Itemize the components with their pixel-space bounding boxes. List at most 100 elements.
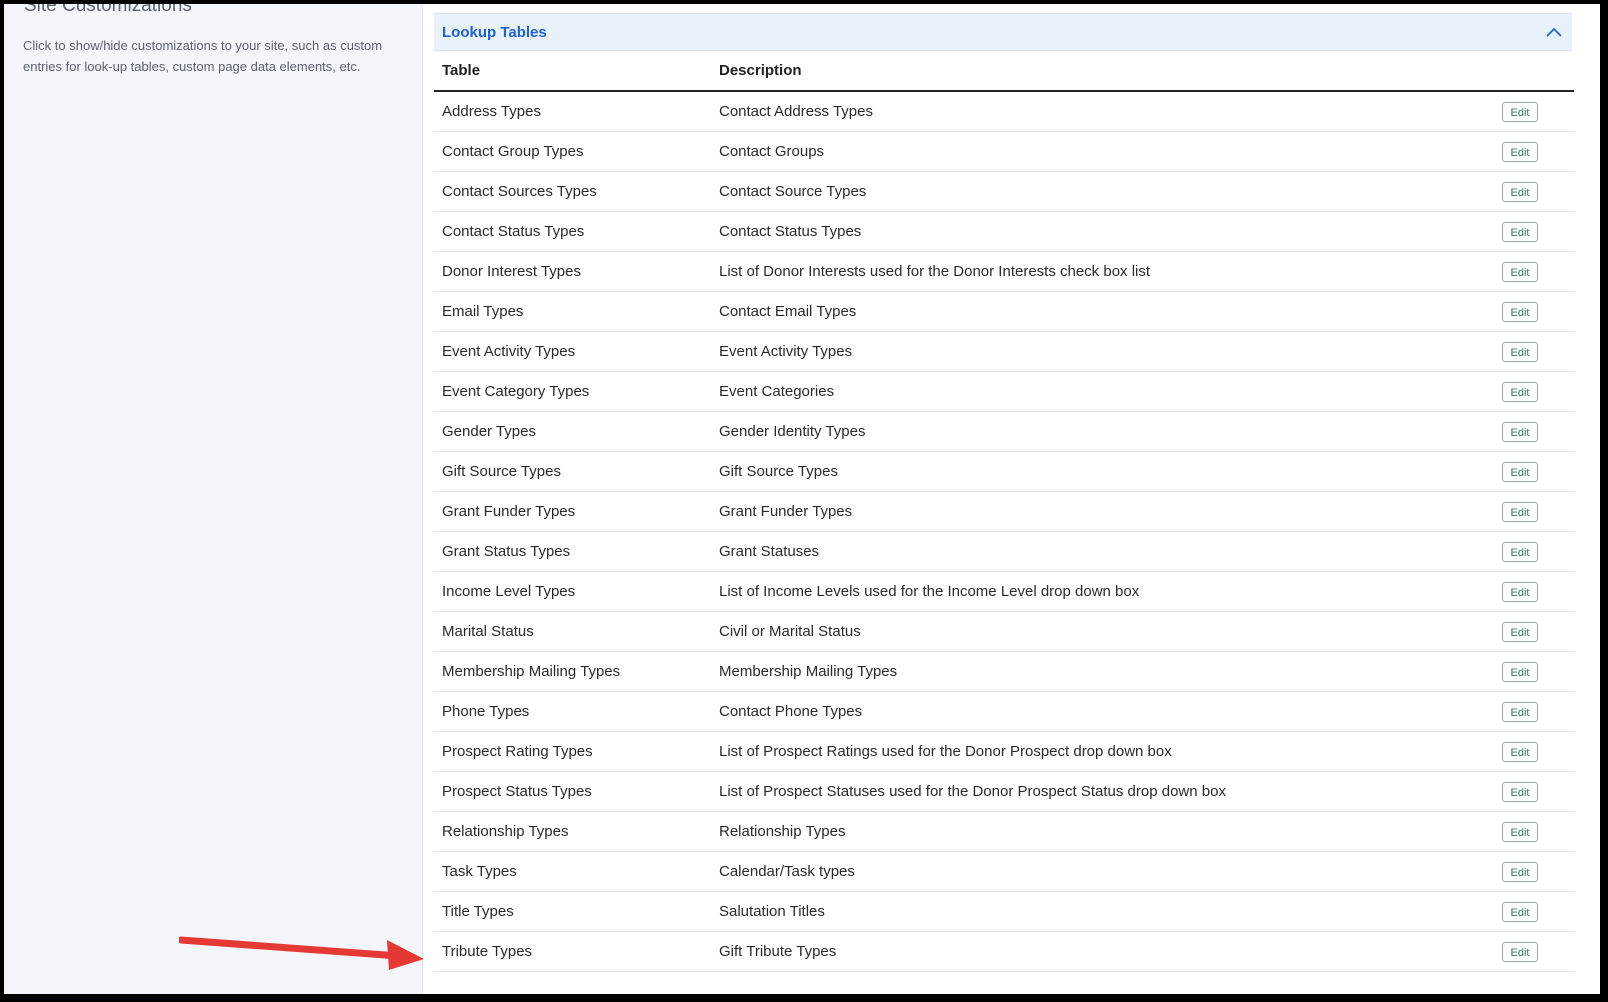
cell-table-name: Task Types (442, 863, 517, 880)
table-row: Prospect Status Types List of Prospect St… (434, 772, 1574, 812)
table-row: Relationship Types Relationship Types Edit (434, 812, 1574, 852)
cell-description: Grant Statuses (719, 543, 820, 560)
edit-button[interactable]: Edit (1502, 862, 1538, 882)
cell-table-name: Prospect Status Types (442, 783, 592, 800)
table-row: Income Level Types List of Income Levels … (434, 572, 1574, 612)
cell-table-name: Membership Mailing Types (442, 663, 621, 680)
cell-table-name: Income Level Types (442, 583, 576, 600)
collapse-button[interactable] (1536, 14, 1572, 50)
table-row: Contact Sources Types Contact Source Type… (434, 172, 1574, 212)
table-row: Phone Types Contact Phone Types Edit (434, 692, 1574, 732)
edit-button[interactable]: Edit (1502, 182, 1538, 202)
cell-description: Contact Phone Types (719, 703, 863, 720)
cell-table-name: Phone Types (442, 703, 530, 720)
table-row: Task Types Calendar/Task types Edit (434, 852, 1574, 892)
cell-description: Contact Address Types (719, 103, 873, 120)
cell-table-name: Donor Interest Types (442, 263, 581, 280)
cell-description: Contact Source Types (719, 183, 867, 200)
edit-button[interactable]: Edit (1502, 222, 1538, 242)
cell-table-name: Email Types (442, 303, 524, 320)
cell-description: Contact Email Types (719, 303, 857, 320)
edit-button[interactable]: Edit (1502, 742, 1538, 762)
table-body: Address Types Contact Address Types Edit Co… (434, 92, 1574, 972)
cell-table-name: Contact Group Types (442, 143, 584, 160)
cell-description: Calendar/Task types (719, 863, 855, 880)
lookup-tables-header[interactable]: Lookup Tables (434, 13, 1572, 51)
cell-description: List of Donor Interests used for the Don… (719, 263, 1151, 280)
screenshot-frame: Site Customizations Click to show/hide c… (0, 0, 1608, 1002)
cell-table-name: Relationship Types (442, 823, 569, 840)
edit-button[interactable]: Edit (1502, 822, 1538, 842)
section-title: Lookup Tables (442, 23, 547, 41)
table-row: Contact Status Types Contact Status Types… (434, 212, 1574, 252)
cell-table-name: Address Types (442, 103, 541, 120)
column-header-table: Table (442, 62, 481, 79)
table-row: Address Types Contact Address Types Edit (434, 92, 1574, 132)
cell-description: Gift Tribute Types (719, 943, 837, 960)
cell-table-name: Grant Funder Types (442, 503, 576, 520)
table-row: Grant Funder Types Grant Funder Types Edit (434, 492, 1574, 532)
cell-description: Relationship Types (719, 823, 846, 840)
edit-button[interactable]: Edit (1502, 542, 1538, 562)
edit-button[interactable]: Edit (1502, 142, 1538, 162)
cell-table-name: Event Category Types (442, 383, 590, 400)
table-row: Membership Mailing Types Membership Maili… (434, 652, 1574, 692)
table-row: Grant Status Types Grant Statuses Edit (434, 532, 1574, 572)
cell-table-name: Marital Status (442, 623, 534, 640)
cell-description: Contact Groups (719, 143, 825, 160)
edit-button[interactable]: Edit (1502, 462, 1538, 482)
edit-button[interactable]: Edit (1502, 582, 1538, 602)
cell-description: List of Prospect Ratings used for the Do… (719, 743, 1172, 760)
cell-description: Contact Status Types (719, 223, 862, 240)
cell-table-name: Title Types (442, 903, 514, 920)
cell-table-name: Gift Source Types (442, 463, 561, 480)
cell-table-name: Event Activity Types (442, 343, 576, 360)
cell-description: Gender Identity Types (719, 423, 866, 440)
cell-table-name: Grant Status Types (442, 543, 571, 560)
edit-button[interactable]: Edit (1502, 262, 1538, 282)
cell-description: Civil or Marital Status (719, 623, 861, 640)
cell-description: Salutation Titles (719, 903, 825, 920)
column-header-description: Description (719, 62, 802, 79)
table-row: Gift Source Types Gift Source Types Edit (434, 452, 1574, 492)
cell-description: Membership Mailing Types (719, 663, 898, 680)
sidebar: Site Customizations Click to show/hide c… (4, 4, 423, 994)
cell-table-name: Gender Types (442, 423, 536, 440)
table-row: Event Activity Types Event Activity Types… (434, 332, 1574, 372)
table-header: Table Description (434, 52, 1574, 92)
sidebar-title: Site Customizations (24, 0, 192, 16)
edit-button[interactable]: Edit (1502, 702, 1538, 722)
table-row: Prospect Rating Types List of Prospect Ra… (434, 732, 1574, 772)
edit-button[interactable]: Edit (1502, 902, 1538, 922)
cell-description: Gift Source Types (719, 463, 838, 480)
chevron-up-icon (1546, 27, 1562, 37)
edit-button[interactable]: Edit (1502, 382, 1538, 402)
cell-table-name: Prospect Rating Types (442, 743, 593, 760)
edit-button[interactable]: Edit (1502, 782, 1538, 802)
edit-button[interactable]: Edit (1502, 102, 1538, 122)
cell-table-name: Tribute Types (442, 943, 533, 960)
table-row: Tribute Types Gift Tribute Types Edit (434, 932, 1574, 972)
cell-table-name: Contact Sources Types (442, 183, 597, 200)
table-row: Gender Types Gender Identity Types Edit (434, 412, 1574, 452)
cell-description: Grant Funder Types (719, 503, 853, 520)
table-row: Contact Group Types Contact Groups Edit (434, 132, 1574, 172)
cell-description: Event Activity Types (719, 343, 853, 360)
table-row: Donor Interest Types List of Donor Intere… (434, 252, 1574, 292)
cell-description: List of Income Levels used for the Incom… (719, 583, 1140, 600)
sidebar-description: Click to show/hide customizations to you… (23, 38, 383, 74)
edit-button[interactable]: Edit (1502, 942, 1538, 962)
table-row: Title Types Salutation Titles Edit (434, 892, 1574, 932)
cell-description: List of Prospect Statuses used for the D… (719, 783, 1226, 800)
table-row: Email Types Contact Email Types Edit (434, 292, 1574, 332)
edit-button[interactable]: Edit (1502, 342, 1538, 362)
edit-button[interactable]: Edit (1502, 422, 1538, 442)
table-row: Event Category Types Event Categories Edit (434, 372, 1574, 412)
annotation-arrow-icon (179, 936, 424, 970)
cell-description: Event Categories (719, 383, 835, 400)
edit-button[interactable]: Edit (1502, 502, 1538, 522)
edit-button[interactable]: Edit (1502, 302, 1538, 322)
edit-button[interactable]: Edit (1502, 622, 1538, 642)
edit-button[interactable]: Edit (1502, 662, 1538, 682)
table-row: Marital Status Civil or Marital Status Edi… (434, 612, 1574, 652)
